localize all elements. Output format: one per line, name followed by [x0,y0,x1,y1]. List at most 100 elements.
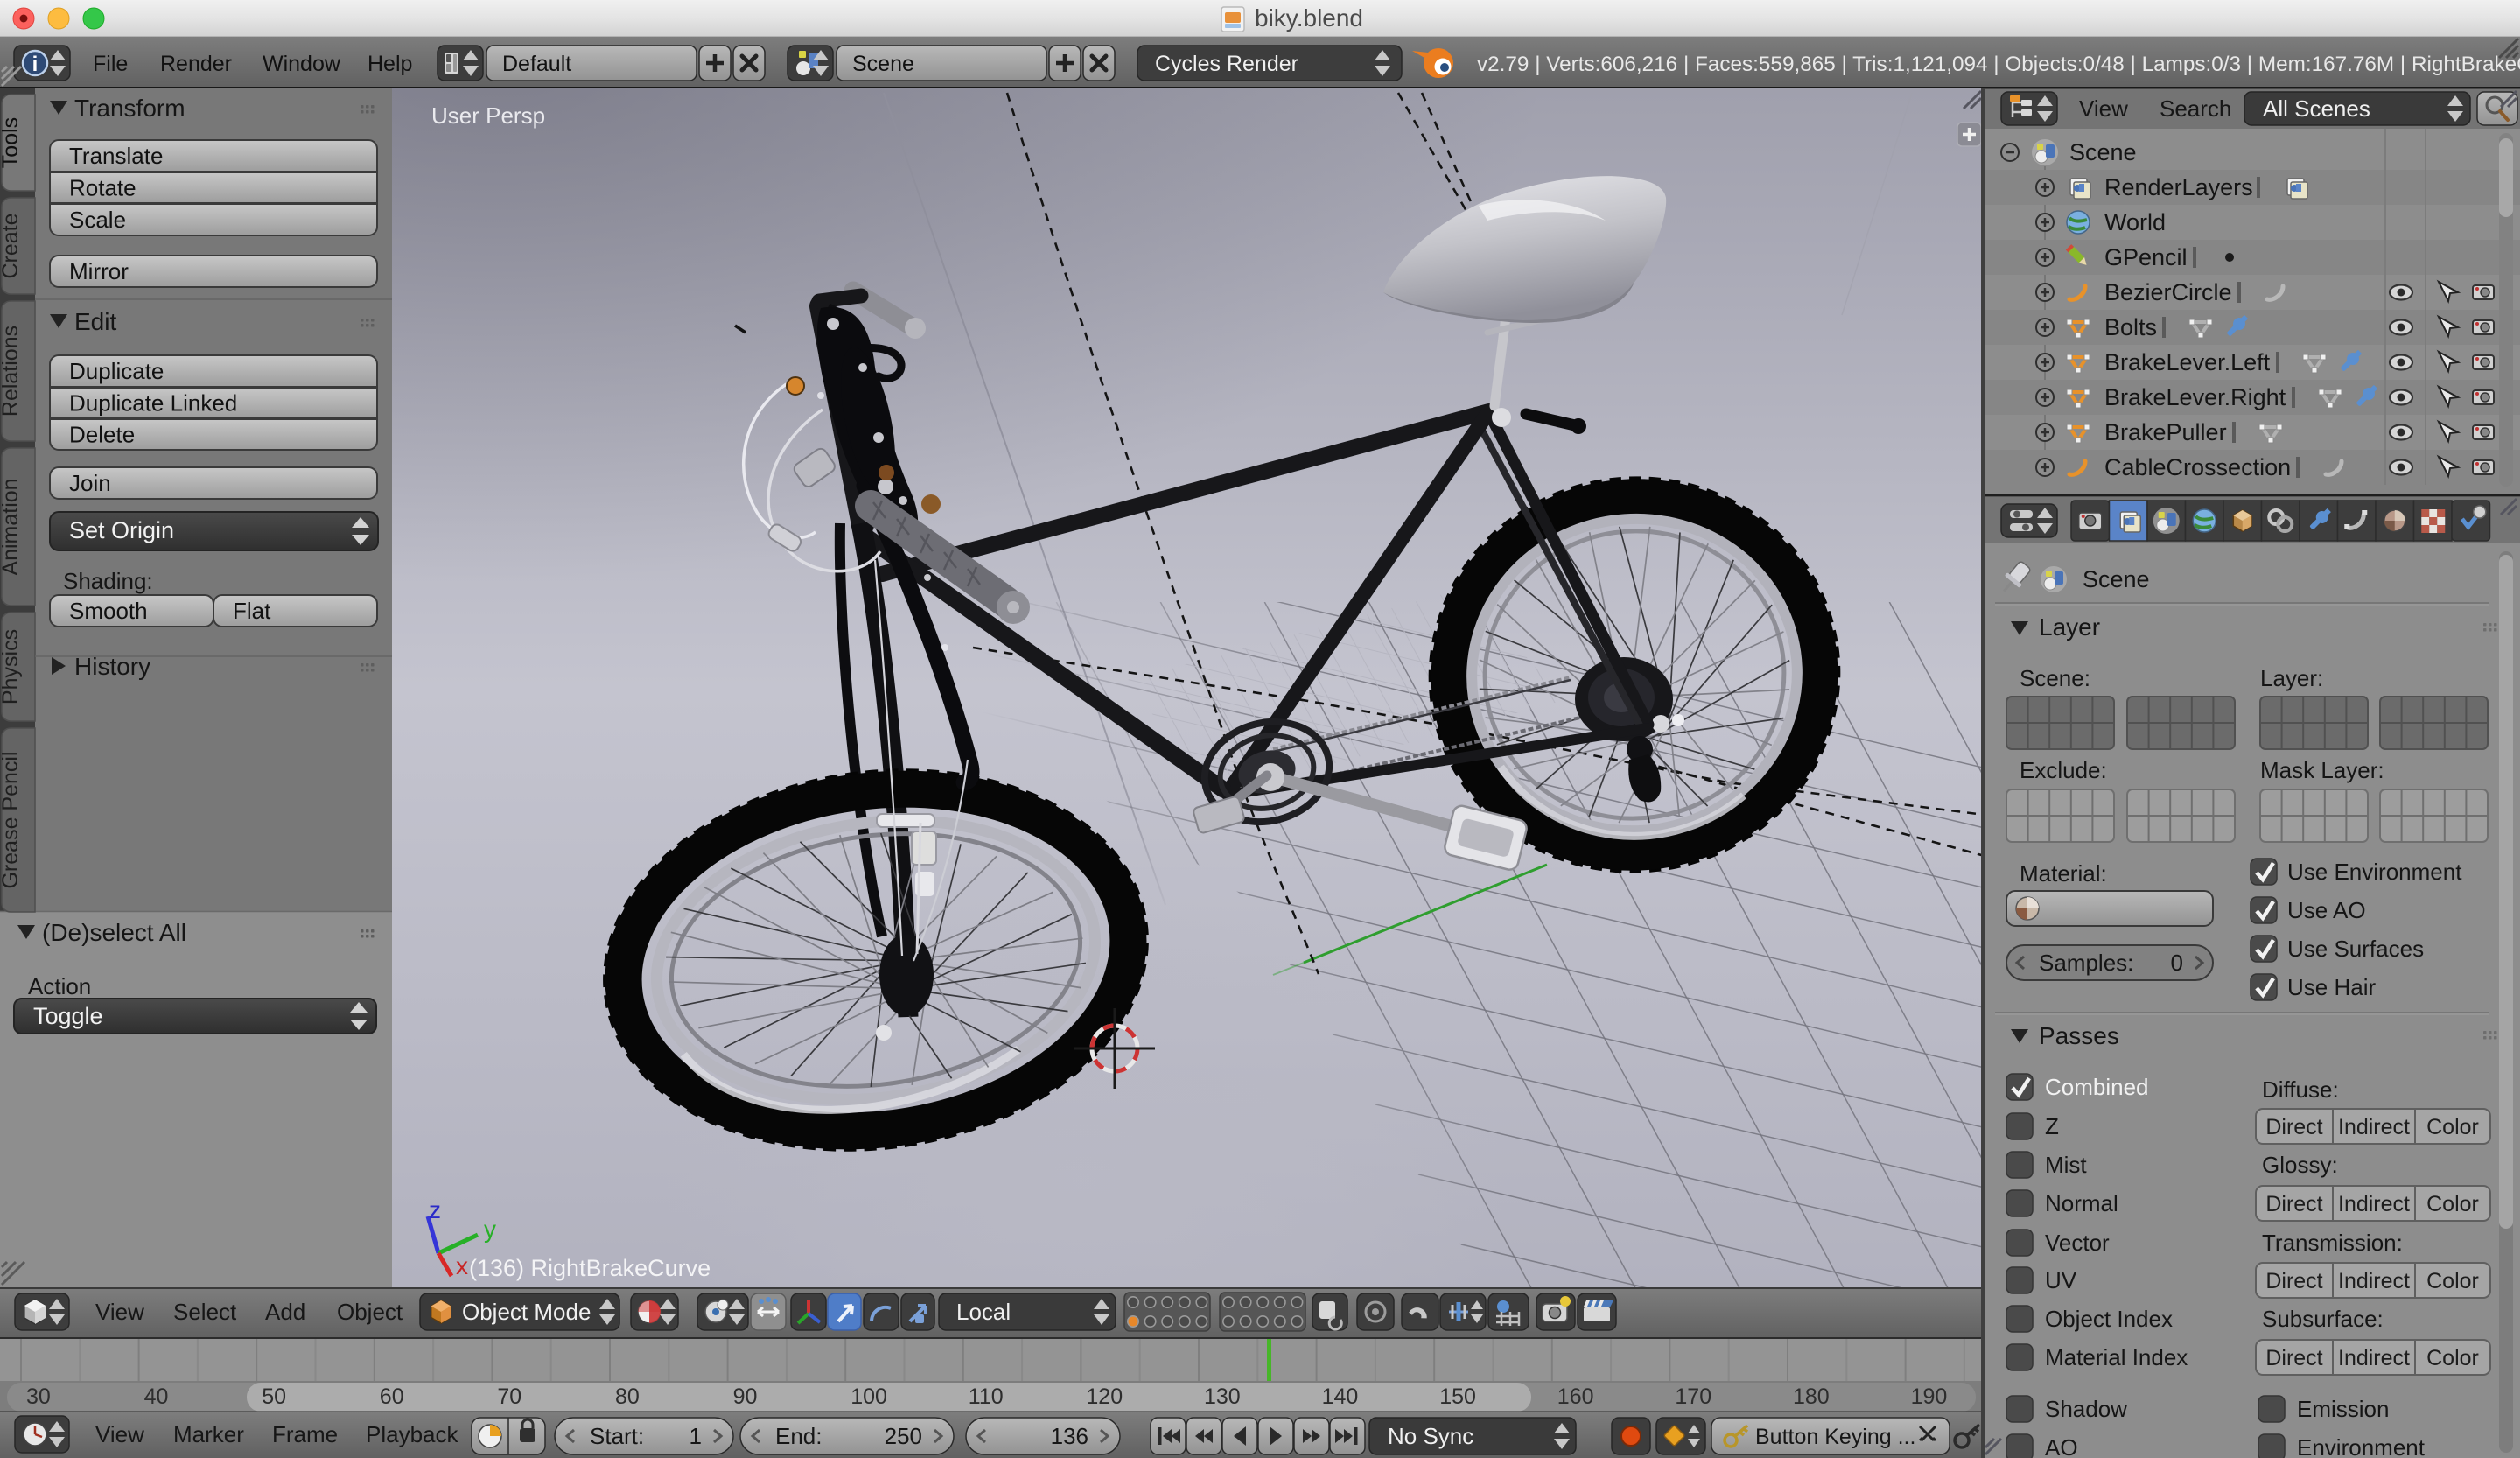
svg-text:(136) RightBrakeCurve: (136) RightBrakeCurve [469,1255,710,1281]
svg-text:Window: Window [262,52,341,76]
svg-text:30: 30 [26,1384,51,1409]
svg-text:No Sync: No Sync [1388,1423,1474,1449]
svg-text:190: 190 [1911,1384,1948,1409]
svg-text:z: z [429,1196,441,1223]
svg-text:Exclude:: Exclude: [2020,757,2107,783]
svg-text:Object Mode: Object Mode [462,1299,591,1325]
svg-text:Object Index: Object Index [2045,1306,2173,1332]
svg-text:Flat: Flat [233,598,271,624]
svg-text:Default: Default [502,52,571,76]
svg-text:170: 170 [1675,1384,1712,1409]
svg-text:Rotate: Rotate [69,175,136,201]
svg-text:Transform: Transform [74,95,186,122]
svg-text:Object: Object [337,1299,403,1325]
svg-text:RenderLayers: RenderLayers [2104,174,2253,200]
svg-text:User Persp: User Persp [431,102,545,129]
svg-text:Combined: Combined [2045,1074,2149,1100]
svg-text:80: 80 [615,1384,640,1409]
svg-text:i: i [32,53,38,76]
svg-text:Translate: Translate [69,143,163,169]
svg-text:Direct: Direct [2265,1192,2322,1216]
svg-text:110: 110 [969,1384,1004,1409]
svg-text:Scale: Scale [69,207,126,233]
svg-text:Use AO: Use AO [2287,897,2366,923]
svg-text:Scene: Scene [2082,566,2150,592]
svg-text:Scene:: Scene: [2020,665,2090,691]
svg-text:Direct: Direct [2265,1269,2322,1293]
svg-text:70: 70 [497,1384,522,1409]
svg-text:Mist: Mist [2045,1152,2087,1178]
svg-text:Frame: Frame [272,1421,338,1447]
svg-text:End:: End: [775,1423,822,1449]
svg-text:Tools: Tools [0,117,23,168]
svg-text:Start:: Start: [590,1423,644,1449]
svg-text:250: 250 [885,1423,922,1449]
svg-text:160: 160 [1558,1384,1594,1409]
svg-text:Toggle: Toggle [33,1003,103,1029]
svg-text:Color: Color [2426,1192,2479,1216]
svg-text:Grease Pencil: Grease Pencil [0,751,23,888]
svg-text:Add: Add [265,1299,305,1325]
svg-text:Mirror: Mirror [69,258,129,284]
svg-text:Diffuse:: Diffuse: [2262,1076,2339,1103]
svg-text:Help: Help [368,52,412,76]
svg-text:Duplicate: Duplicate [69,358,164,384]
svg-text:Edit: Edit [74,308,116,335]
svg-text:Button Keying ...: Button Keying ... [1755,1425,1915,1449]
svg-text:View: View [95,1421,144,1447]
svg-text:130: 130 [1204,1384,1241,1409]
svg-text:120: 120 [1086,1384,1123,1409]
svg-text:x: x [456,1252,468,1279]
svg-text:140: 140 [1322,1384,1359,1409]
svg-text:Shading:: Shading: [63,568,153,594]
svg-text:Action: Action [28,973,91,999]
svg-text:UV: UV [2045,1267,2077,1293]
svg-text:Vector: Vector [2045,1230,2110,1256]
svg-text:y: y [484,1216,496,1243]
svg-text:Material:: Material: [2020,860,2107,887]
svg-text:Emission: Emission [2297,1396,2389,1422]
svg-text:Bolts: Bolts [2104,314,2157,340]
svg-text:Normal: Normal [2045,1190,2118,1216]
svg-text:View: View [2079,95,2128,122]
svg-text:Color: Color [2426,1346,2479,1370]
svg-text:Use Environment: Use Environment [2287,859,2462,885]
svg-text:Relations: Relations [0,326,23,417]
svg-text:Scene: Scene [2069,139,2137,165]
svg-text:Use Surfaces: Use Surfaces [2287,936,2424,962]
svg-text:100: 100 [850,1384,887,1409]
svg-text:Subsurface:: Subsurface: [2262,1306,2384,1332]
svg-text:Use Hair: Use Hair [2287,974,2376,1000]
svg-text:50: 50 [262,1384,286,1409]
svg-text:Color: Color [2426,1269,2479,1293]
svg-text:BrakeLever.Right: BrakeLever.Right [2104,384,2286,410]
svg-text:Set Origin: Set Origin [69,517,174,543]
svg-text:Glossy:: Glossy: [2262,1152,2338,1178]
svg-text:AO: AO [2045,1434,2078,1458]
svg-text:Search: Search [2160,95,2231,122]
svg-text:Layer: Layer [2039,613,2100,641]
svg-text:150: 150 [1439,1384,1476,1409]
svg-text:Scene: Scene [852,52,914,76]
svg-text:Color: Color [2426,1115,2479,1139]
svg-text:60: 60 [380,1384,404,1409]
svg-text:Delete: Delete [69,422,135,448]
svg-text:Animation: Animation [0,478,23,575]
svg-text:Indirect: Indirect [2338,1346,2410,1370]
svg-text:Samples:: Samples: [2039,950,2133,976]
svg-text:136: 136 [1051,1423,1088,1449]
svg-text:Transmission:: Transmission: [2262,1230,2403,1256]
svg-text:v2.79 | Verts:606,216 | Faces:: v2.79 | Verts:606,216 | Faces:559,865 | … [1477,53,2520,76]
svg-text:Marker: Marker [173,1421,244,1447]
svg-text:1: 1 [690,1423,702,1449]
svg-text:(De)select All: (De)select All [42,919,186,946]
svg-text:Render: Render [160,52,232,76]
svg-text:Passes: Passes [2039,1022,2119,1049]
svg-text:Join: Join [69,470,111,496]
svg-text:Material Index: Material Index [2045,1344,2188,1370]
svg-text:Layer:: Layer: [2260,665,2323,691]
svg-text:GPencil: GPencil [2104,244,2188,270]
svg-text:Indirect: Indirect [2338,1115,2410,1139]
svg-text:View: View [95,1299,144,1325]
svg-text:Shadow: Shadow [2045,1396,2127,1422]
